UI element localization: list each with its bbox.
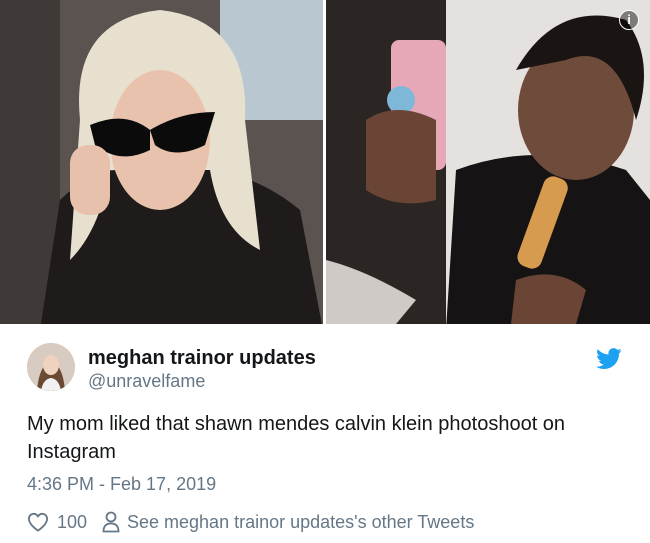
embedded-tweet-card: i meghan trainor updates @unravelfame My… — [0, 0, 650, 543]
photo-woman-sunglasses[interactable] — [0, 0, 323, 324]
tweet-header: meghan trainor updates @unravelfame — [0, 340, 650, 396]
twitter-bird-icon[interactable] — [596, 348, 622, 370]
person-icon — [102, 511, 120, 533]
user-handle[interactable]: @unravelfame — [88, 371, 205, 392]
photo-girl-phone-corndog[interactable] — [326, 0, 650, 324]
other-tweets-link[interactable]: See meghan trainor updates's other Tweet… — [127, 512, 474, 533]
tweet-media[interactable]: i — [0, 0, 650, 324]
avatar[interactable] — [27, 343, 75, 391]
tweet-actions: 100 See meghan trainor updates's other T… — [27, 508, 627, 536]
display-name[interactable]: meghan trainor updates — [88, 347, 316, 370]
heart-icon[interactable] — [27, 512, 49, 532]
tweet-text: My mom liked that shawn mendes calvin kl… — [27, 413, 566, 463]
tweet-timestamp[interactable]: 4:36 PM - Feb 17, 2019 — [27, 474, 216, 495]
like-count[interactable]: 100 — [57, 512, 87, 533]
info-icon[interactable]: i — [619, 10, 639, 30]
